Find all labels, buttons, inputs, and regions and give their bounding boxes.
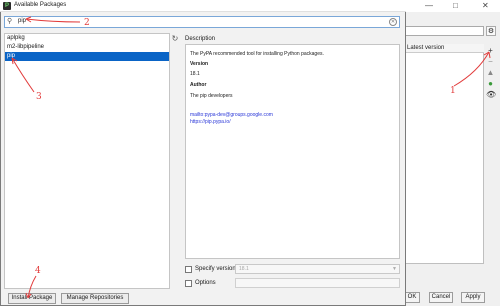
annotation-4: 4 xyxy=(35,266,41,276)
annotation-2: 2 xyxy=(84,18,90,28)
annotation-arrows xyxy=(11,16,491,299)
annotation-1: 1 xyxy=(450,86,456,96)
annotation-3: 3 xyxy=(36,92,42,102)
